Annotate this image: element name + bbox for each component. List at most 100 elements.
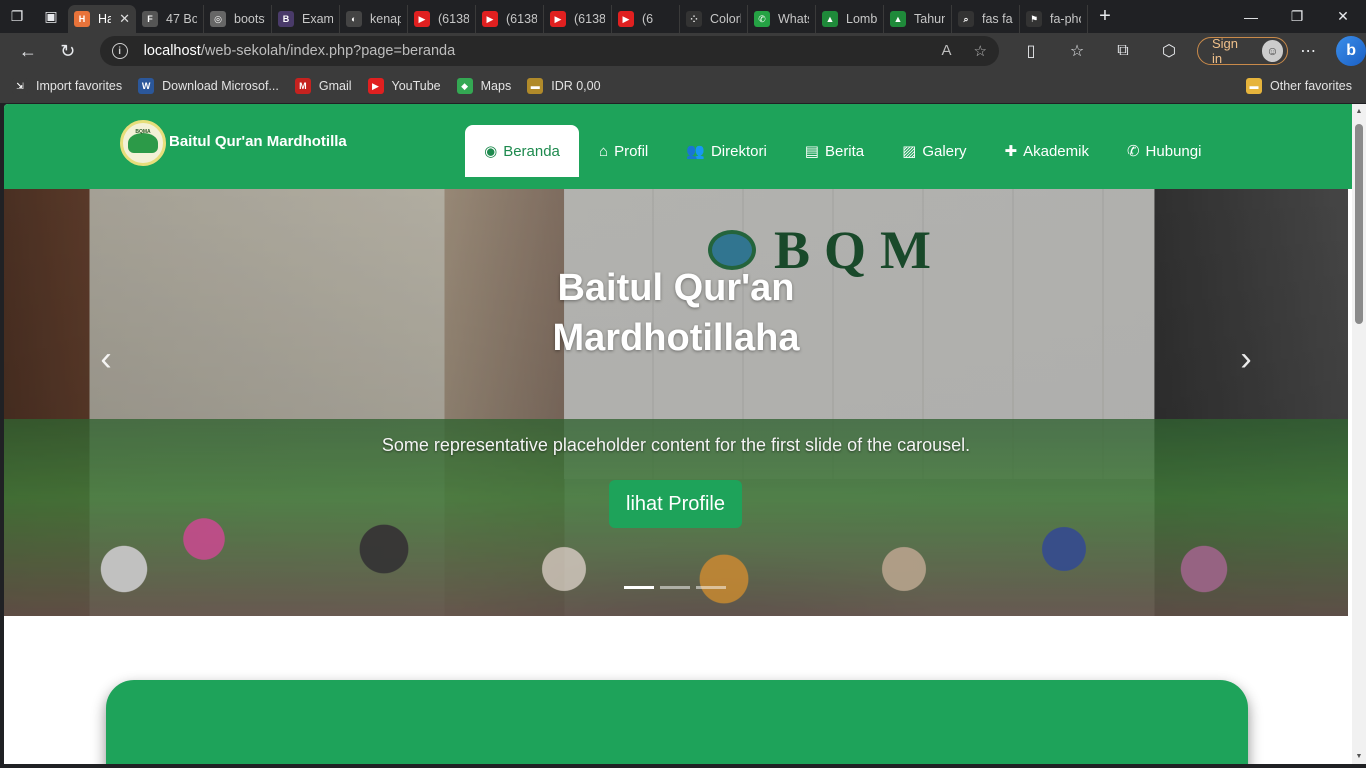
workspaces-icon[interactable]: ❐ (0, 0, 34, 33)
tab-favicon: ▶ (618, 11, 634, 27)
phone-icon: ✆ (1126, 143, 1140, 160)
restore-icon[interactable]: ❐ (1274, 0, 1320, 33)
carousel-title: Baitul Qur'an Mardhotillaha (552, 267, 800, 359)
browser-tab[interactable]: ▶ (6 (612, 5, 680, 33)
carousel-prev-icon[interactable]: ‹ (86, 339, 126, 379)
tab-favicon: ▶ (550, 11, 566, 27)
scroll-thumb[interactable] (1355, 124, 1363, 324)
other-favorites-label: Other favorites (1270, 79, 1352, 93)
browser-tab[interactable]: ▶ (6138) (476, 5, 544, 33)
close-window-icon[interactable]: ✕ (1320, 0, 1366, 33)
tab-favicon: ✆ (754, 11, 770, 27)
browser-tab[interactable]: B Examp (272, 5, 340, 33)
browser-tab[interactable]: F 47 Boo (136, 5, 204, 33)
sign-in-label: Sign in (1212, 36, 1239, 66)
profile-avatar: ☺ (1261, 40, 1284, 62)
nav-item-berita[interactable]: ▤ Berita (787, 125, 882, 177)
browser-tab[interactable]: ▶ (6138) (408, 5, 476, 33)
browser-tab-bar: ❐ ▣ H Ha ✕ F 47 Boo ◎ bootst B Examp ◐ kenap ▶ (6138… (0, 0, 1366, 33)
collections-icon[interactable]: ⧉ (1101, 33, 1145, 69)
nav-item-hubungi[interactable]: ✆ Hubungi (1109, 125, 1219, 177)
nav-item-akademik[interactable]: ✚ Akademik (987, 125, 1107, 177)
view-profile-button[interactable]: lihat Profile (609, 480, 742, 528)
tab-label: (6138) (438, 12, 469, 26)
tab-label: (6138) (574, 12, 605, 26)
favorite-item[interactable]: W Download Microsof... (138, 78, 279, 94)
browser-tab[interactable]: ✆ Whats (748, 5, 816, 33)
carousel-indicator[interactable] (696, 586, 726, 589)
logo-text: BQMA (135, 129, 151, 135)
carousel-indicator[interactable] (624, 586, 654, 589)
tab-label: kenap (370, 12, 401, 26)
carousel-next-icon[interactable]: › (1226, 339, 1266, 379)
carousel-indicator[interactable] (660, 586, 690, 589)
refresh-button[interactable]: ↻ (48, 33, 88, 69)
tab-label: fa-pho (1050, 12, 1081, 26)
tab-strip: H Ha ✕ F 47 Boo ◎ bootst B Examp ◐ kenap ▶ (6138) ▶ (6… (68, 0, 1088, 33)
youtube-icon: ▶ (367, 78, 384, 94)
browser-tab[interactable]: ⚑ fa-pho (1020, 5, 1088, 33)
site-brand[interactable]: BQMA Baitul Qur'an Mardhotilla (120, 120, 347, 166)
back-button[interactable]: ← (8, 33, 48, 69)
gauge-icon: ◉ (484, 143, 498, 160)
favorites-icon[interactable]: ☆ (1055, 33, 1099, 69)
favorite-star-icon[interactable]: ☆ (974, 42, 987, 60)
other-favorites[interactable]: ▬ Other favorites (1246, 78, 1352, 94)
browser-tab[interactable]: H Ha ✕ (68, 5, 136, 33)
nav-item-galery[interactable]: ▨ Galery (884, 125, 984, 177)
scroll-up-icon[interactable]: ▲ (1355, 108, 1363, 115)
nav-item-label: Galery (922, 142, 967, 160)
tab-favicon: B (278, 11, 294, 27)
tab-favicon: ⌕ (958, 11, 974, 27)
tab-label: Tahun (914, 12, 945, 26)
brand-name: Baitul Qur'an Mardhotilla (169, 132, 347, 150)
tab-label: Colorl (710, 12, 741, 26)
nav-item-profil[interactable]: ⌂ Profil (581, 125, 666, 177)
new-tab-button[interactable]: + (1088, 0, 1122, 33)
minimize-icon[interactable]: — (1228, 0, 1274, 33)
tab-favicon: ◐ (346, 11, 362, 27)
extensions-icon[interactable]: ⬡ (1147, 33, 1191, 69)
read-aloud-icon[interactable]: A (942, 42, 952, 60)
tab-label: (6138) (506, 12, 537, 26)
url-host: localhost (143, 43, 201, 59)
browser-tab[interactable]: ▶ (6138) (544, 5, 612, 33)
scroll-down-icon[interactable]: ▼ (1355, 753, 1363, 760)
content-panel (106, 680, 1248, 764)
browser-tab[interactable]: ⁘ Colorl (680, 5, 748, 33)
favorite-item[interactable]: ⇲ Import favorites (12, 78, 122, 94)
tab-label: Ha (98, 12, 112, 26)
url-path: /web-sekolah/index.php?page=beranda (200, 43, 456, 59)
tab-favicon: ▶ (482, 11, 498, 27)
school-logo: BQMA (120, 120, 166, 166)
window-controls: — ❐ ✕ (1228, 0, 1366, 33)
page-scrollbar[interactable]: ▲ ▼ (1352, 104, 1366, 764)
browser-tab[interactable]: ▲ Tahun (884, 5, 952, 33)
copilot-icon[interactable]: b (1336, 36, 1366, 66)
close-tab-icon[interactable]: ✕ (119, 11, 130, 27)
more-menu-icon[interactable]: ⋯ (1288, 41, 1328, 61)
favorite-label: Download Microsof... (162, 79, 279, 93)
site-info-icon[interactable]: i (111, 43, 128, 59)
favorite-item[interactable]: M Gmail (294, 78, 352, 94)
favorite-item[interactable]: ▶ YouTube (367, 78, 441, 94)
nav-item-direktori[interactable]: 👥 Direktori (668, 125, 785, 177)
browser-tab[interactable]: ▲ Lomba (816, 5, 884, 33)
sign-in-button[interactable]: Sign in ☺ (1197, 36, 1289, 66)
address-field[interactable]: i localhost /web-sekolah/index.php?page=… (99, 36, 999, 66)
puzzle-icon: ✚ (1004, 143, 1018, 160)
tab-label: (6 (642, 12, 654, 26)
maps-icon: ◆ (456, 78, 473, 94)
favorite-item[interactable]: ▬ IDR 0,00 (527, 78, 601, 94)
tab-label: Lomba (846, 12, 877, 26)
browser-tab[interactable]: ◎ bootst (204, 5, 272, 33)
browser-tab[interactable]: ⌕ fas fa- (952, 5, 1020, 33)
browser-tab[interactable]: ◐ kenap (340, 5, 408, 33)
split-screen-icon[interactable]: ▯ (1009, 33, 1053, 69)
favorite-item[interactable]: ◆ Maps (456, 78, 511, 94)
nav-item-label: Hubungi (1145, 142, 1202, 160)
nav-item-beranda[interactable]: ◉ Beranda (465, 125, 579, 177)
tab-actions-icon[interactable]: ▣ (34, 0, 68, 33)
site-navbar: BQMA Baitul Qur'an Mardhotilla ◉ Beranda ⌂… (4, 104, 1352, 189)
tab-label: 47 Boo (166, 12, 197, 26)
